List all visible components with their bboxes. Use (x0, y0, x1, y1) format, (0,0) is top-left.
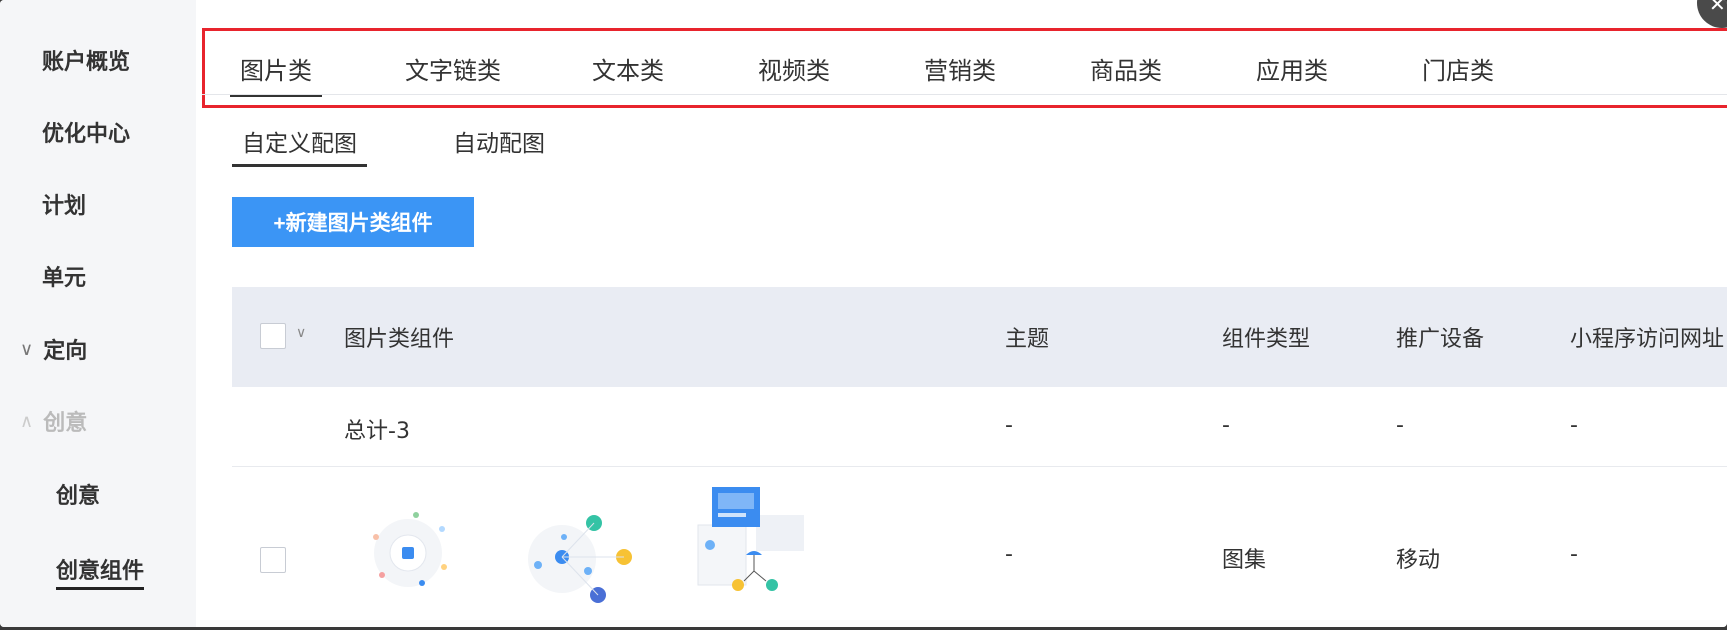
row-checkbox[interactable] (260, 547, 286, 573)
table-cell: - (1570, 413, 1578, 438)
total-label: 总计-3 (344, 419, 410, 444)
subtab-auto-image[interactable]: 自动配图 (453, 124, 545, 158)
component-thumbnail[interactable] (696, 485, 808, 593)
column-header-theme: 主题 (1005, 327, 1050, 352)
table-cell: - (1222, 413, 1230, 438)
tab-app[interactable]: 应用类 (1256, 51, 1328, 86)
tab-product[interactable]: 商品类 (1090, 51, 1162, 86)
tab-text[interactable]: 文本类 (592, 51, 664, 86)
sidebar: 账户概览 优化中心 计划 单元 ∨ 定向 ∧ 创意 创意 创意组件 (0, 0, 196, 627)
sidebar-item-optimization-center[interactable]: 优化中心 (42, 116, 130, 148)
total-row: 总计-3 - - - - (232, 387, 1727, 467)
chevron-down-icon: ∨ (20, 338, 34, 360)
main-content: 图片类 文字链类 文本类 视频类 营销类 商品类 应用类 门店类 自定义配图 自… (196, 0, 1727, 627)
column-header-component-type: 组件类型 (1222, 327, 1311, 352)
table-cell-theme: - (1005, 542, 1013, 567)
modal-window: 账户概览 优化中心 计划 单元 ∨ 定向 ∧ 创意 创意 创意组件 图片类 文字… (0, 0, 1727, 627)
select-all-checkbox[interactable] (260, 323, 286, 349)
chevron-up-icon: ∧ (20, 410, 34, 432)
subtab-custom-image[interactable]: 自定义配图 (232, 124, 367, 167)
sidebar-group-label: 创意 (43, 411, 88, 436)
column-header-miniprogram-url: 小程序访问网址 (1570, 327, 1725, 352)
new-image-component-button[interactable]: +新建图片类组件 (232, 197, 474, 247)
table-cell: - (1396, 413, 1404, 438)
sidebar-item-creative[interactable]: 创意 (56, 478, 100, 510)
column-header-device: 推广设备 (1396, 327, 1485, 352)
table-cell: - (1005, 413, 1013, 438)
component-thumbnail[interactable] (512, 507, 652, 607)
sidebar-item-plan[interactable]: 计划 (42, 188, 86, 220)
tab-text-link[interactable]: 文字链类 (405, 51, 501, 86)
column-header-component: 图片类组件 (344, 327, 455, 352)
table-cell-miniprogram-url: - (1570, 542, 1578, 567)
tab-marketing[interactable]: 营销类 (924, 51, 996, 86)
sidebar-group-creative[interactable]: ∧ 创意 (20, 405, 87, 437)
table-cell-device: 移动 (1396, 548, 1441, 573)
tab-bar: 图片类 文字链类 文本类 视频类 营销类 商品类 应用类 门店类 (202, 28, 1727, 108)
chevron-down-icon[interactable]: ∨ (296, 325, 306, 341)
tab-divider (202, 94, 1727, 95)
sidebar-item-creative-components[interactable]: 创意组件 (56, 553, 145, 590)
table-row[interactable]: - 图集 移动 - (232, 467, 1727, 627)
table-header: ∨ 图片类组件 主题 组件类型 推广设备 小程序访问网址 (232, 287, 1727, 387)
table-cell-component-type: 图集 (1222, 548, 1267, 573)
sidebar-group-targeting[interactable]: ∨ 定向 (20, 333, 87, 365)
sidebar-item-account-overview[interactable]: 账户概览 (42, 44, 130, 76)
tab-store[interactable]: 门店类 (1422, 51, 1494, 86)
tab-image[interactable]: 图片类 (230, 51, 322, 97)
sidebar-group-label: 定向 (43, 339, 88, 364)
component-thumbnail[interactable] (352, 507, 464, 599)
sidebar-item-unit[interactable]: 单元 (42, 260, 86, 292)
tab-video[interactable]: 视频类 (758, 51, 830, 86)
